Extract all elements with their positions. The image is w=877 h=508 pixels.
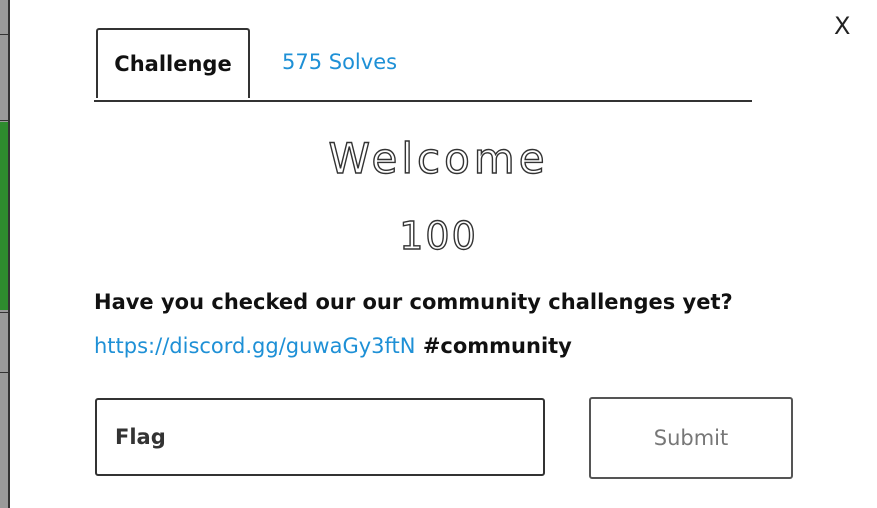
- flag-input[interactable]: [95, 398, 545, 476]
- submit-button[interactable]: Submit: [589, 397, 793, 479]
- challenge-points: 100: [399, 213, 478, 258]
- challenge-title: Welcome: [328, 133, 549, 183]
- strip-divider: [0, 120, 8, 121]
- challenge-description: Have you checked our our community chall…: [94, 290, 733, 314]
- tab-challenge[interactable]: Challenge: [96, 28, 250, 98]
- strip-divider: [0, 34, 8, 35]
- discord-link[interactable]: https://discord.gg/guwaGy3ftN: [94, 334, 416, 358]
- strip-divider: [0, 312, 8, 313]
- tab-solves[interactable]: 575 Solves: [282, 50, 397, 74]
- community-link-line: https://discord.gg/guwaGy3ftN #community: [94, 334, 572, 358]
- strip-divider: [0, 372, 8, 373]
- community-hashtag: #community: [422, 334, 572, 358]
- close-button[interactable]: X: [834, 14, 850, 38]
- challenge-modal-page: X Challenge 575 Solves Welcome 100 Have …: [0, 0, 877, 508]
- modal-tabs: Challenge 575 Solves: [94, 28, 752, 102]
